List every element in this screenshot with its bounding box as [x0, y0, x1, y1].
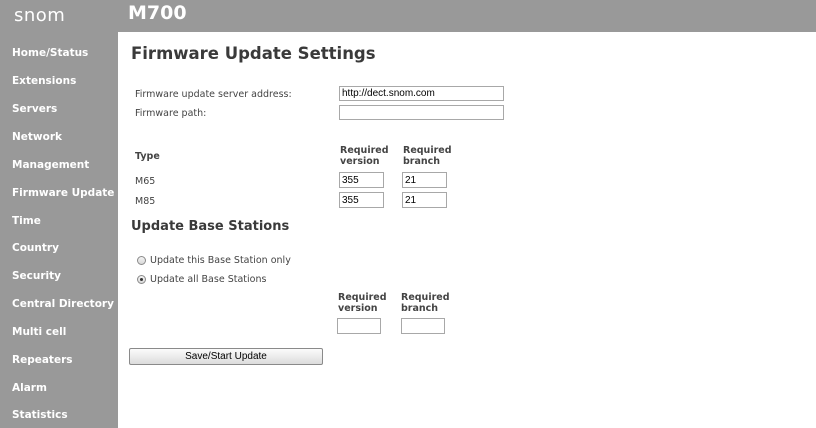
required-branch-header-line1: Required [403, 145, 452, 156]
sidebar-item-central-directory[interactable]: Central Directory [12, 298, 114, 310]
m85-required-version-input[interactable] [339, 192, 384, 208]
base-required-version-header-line1: Required [338, 292, 387, 303]
base-required-branch-input[interactable] [401, 318, 445, 334]
sidebar-item-multi-cell[interactable]: Multi cell [12, 326, 66, 338]
required-branch-header-line2: branch [403, 156, 441, 167]
base-required-version-header-line2: version [338, 303, 378, 314]
type-m65-label: M65 [135, 176, 156, 187]
required-version-header-line1: Required [340, 145, 389, 156]
required-version-header: Required version [340, 145, 389, 167]
save-start-update-button[interactable]: Save/Start Update [129, 348, 323, 365]
sidebar-item-home-status[interactable]: Home/Status [12, 47, 88, 59]
radio-update-this-base[interactable]: Update this Base Station only [137, 255, 291, 266]
sidebar-item-management[interactable]: Management [12, 159, 89, 171]
m65-required-branch-input[interactable] [402, 172, 447, 188]
snom-logo: snom [14, 5, 66, 26]
page-title: Firmware Update Settings [131, 44, 376, 63]
update-base-stations-title: Update Base Stations [131, 219, 290, 234]
sidebar-item-repeaters[interactable]: Repeaters [12, 354, 73, 366]
device-model-title: M700 [128, 2, 187, 24]
required-version-header-line2: version [340, 156, 380, 167]
radio-button-checked[interactable] [137, 275, 146, 284]
m85-required-branch-input[interactable] [402, 192, 447, 208]
sidebar-item-servers[interactable]: Servers [12, 103, 57, 115]
radio-update-all-bases[interactable]: Update all Base Stations [137, 274, 266, 285]
sidebar-item-network[interactable]: Network [12, 131, 62, 143]
base-required-version-header: Required version [338, 292, 387, 314]
radio-update-this-base-label: Update this Base Station only [150, 255, 291, 266]
sidebar-item-extensions[interactable]: Extensions [12, 75, 76, 87]
base-required-branch-header: Required branch [401, 292, 450, 314]
sidebar-item-statistics[interactable]: Statistics [12, 409, 68, 421]
base-required-branch-header-line1: Required [401, 292, 450, 303]
sidebar-item-security[interactable]: Security [12, 270, 61, 282]
sidebar-item-alarm[interactable]: Alarm [12, 382, 47, 394]
server-address-label: Firmware update server address: [135, 89, 292, 100]
m65-required-version-input[interactable] [339, 172, 384, 188]
type-header: Type [135, 151, 160, 162]
firmware-path-label: Firmware path: [135, 108, 207, 119]
base-required-branch-header-line2: branch [401, 303, 439, 314]
radio-button-unchecked[interactable] [137, 256, 146, 265]
sidebar: Home/Status Extensions Servers Network M… [0, 32, 118, 428]
radio-update-all-bases-label: Update all Base Stations [150, 274, 267, 285]
firmware-path-input[interactable] [339, 105, 504, 120]
sidebar-item-country[interactable]: Country [12, 242, 59, 254]
required-branch-header: Required branch [403, 145, 452, 167]
base-required-version-input[interactable] [337, 318, 381, 334]
server-address-input[interactable] [339, 86, 504, 101]
top-bar: snom M700 [0, 0, 816, 32]
type-m85-label: M85 [135, 196, 156, 207]
sidebar-item-firmware-update[interactable]: Firmware Update [12, 187, 114, 199]
sidebar-item-time[interactable]: Time [12, 215, 41, 227]
